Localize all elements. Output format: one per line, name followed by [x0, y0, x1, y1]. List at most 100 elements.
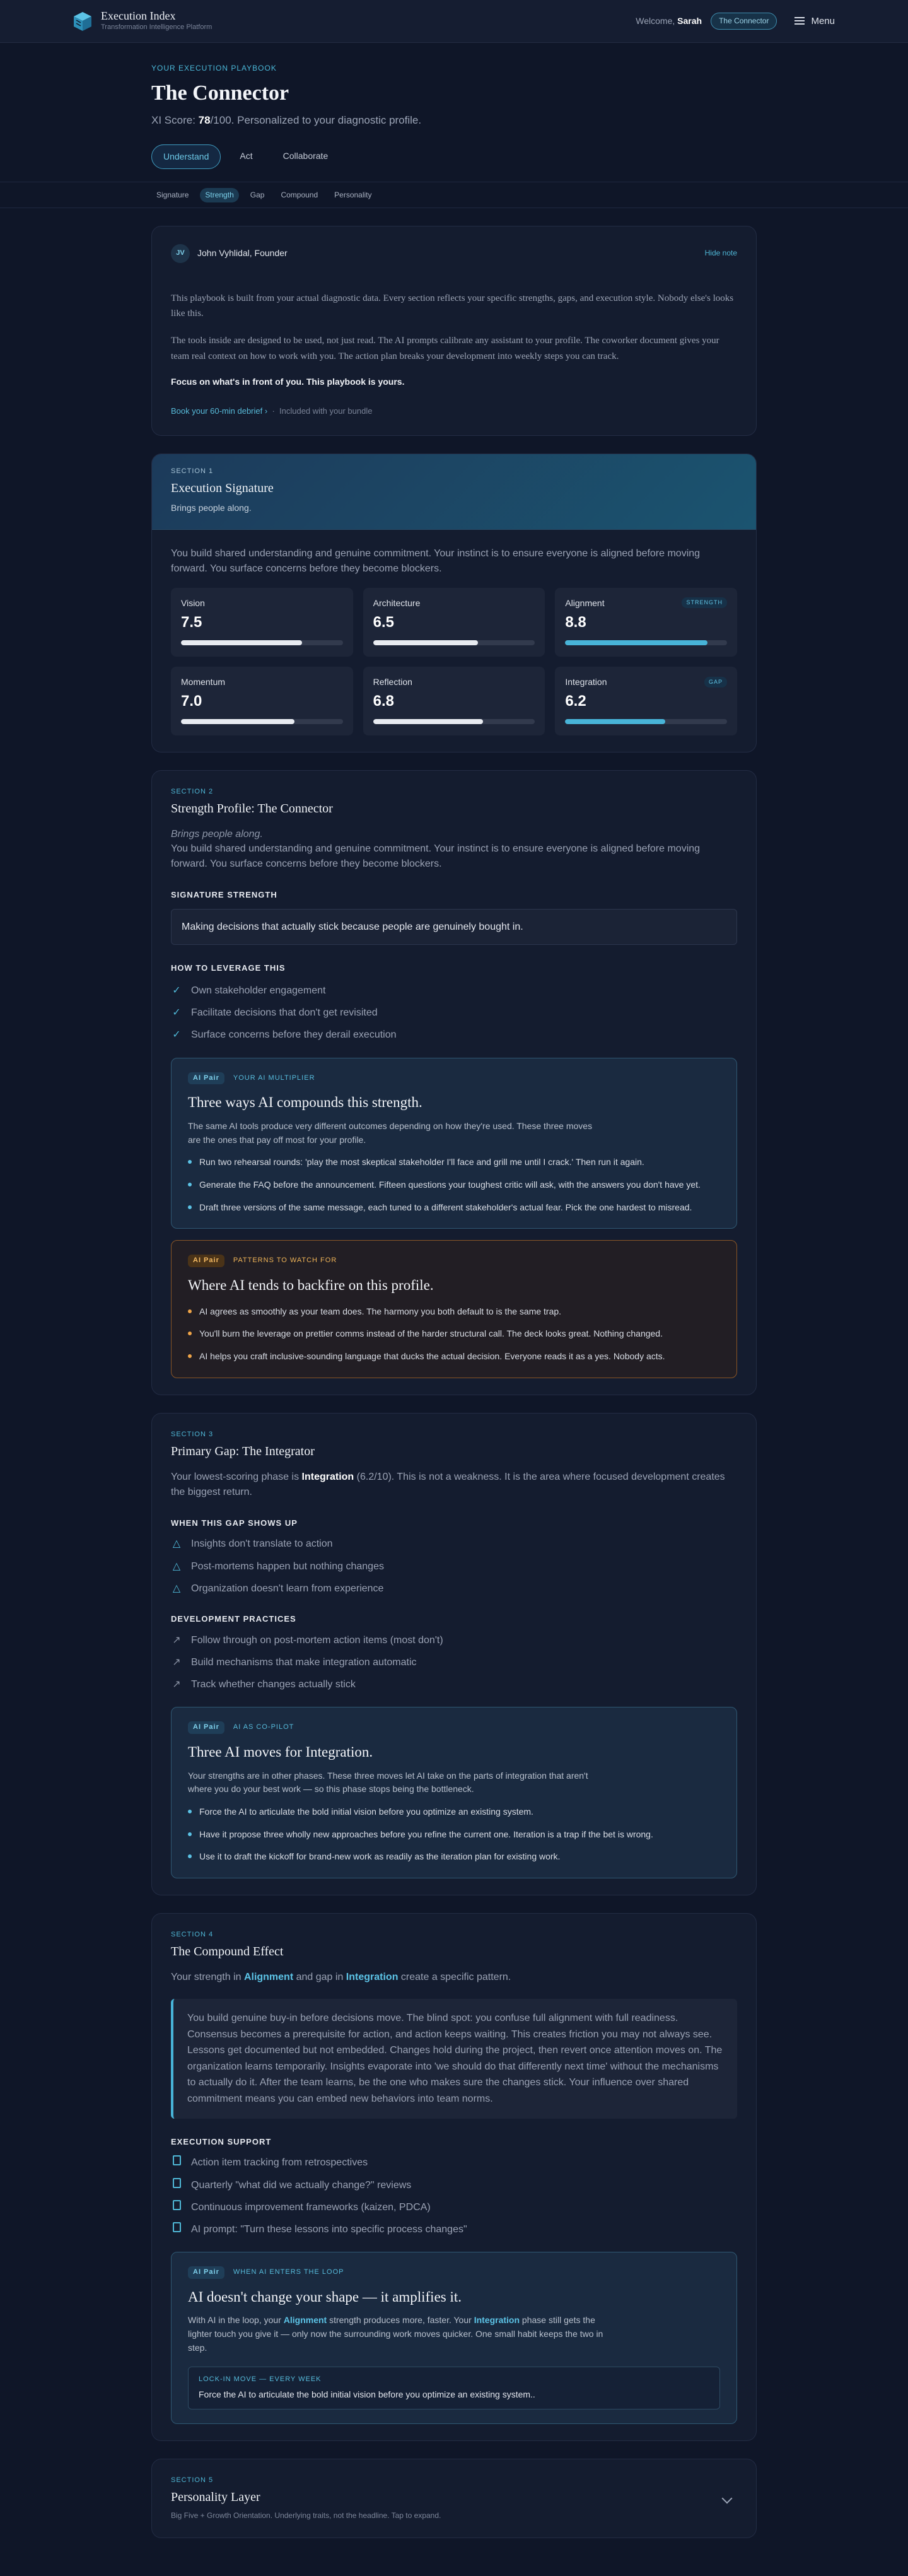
- xi-score: XI Score: 78/100. Personalized to your d…: [151, 114, 422, 126]
- tab-collaborate[interactable]: Collaborate: [272, 144, 340, 168]
- list-item: Run two rehearsal rounds: 'play the most…: [188, 1156, 720, 1169]
- bullet-icon: [188, 1205, 192, 1209]
- clipboard-icon: [172, 2155, 181, 2166]
- list-item: Force the AI to articulate the bold init…: [188, 1805, 720, 1819]
- metric-bar-fill: [565, 640, 708, 645]
- ai-multiplier-panel: AI Pair Your AI Multiplier Three ways AI …: [171, 1057, 737, 1229]
- panel-description: With AI in the loop, your Alignment stre…: [188, 2315, 603, 2353]
- metric-bar: [181, 718, 343, 724]
- panel-title: Three AI moves for Integration.: [188, 1744, 373, 1760]
- section-5-card[interactable]: Section 5 Personality Layer Big Five + G…: [151, 2458, 757, 2539]
- clipboard-icon: [172, 2199, 181, 2210]
- brand[interactable]: Execution Index Transformation Intellige…: [73, 9, 212, 33]
- list-item: Action item tracking from retrospectives: [171, 2155, 737, 2170]
- section-subnav: Signature Strength Gap Compound Personal…: [0, 181, 908, 208]
- panel-title: AI doesn't change your shape — it amplif…: [188, 2289, 462, 2305]
- section-tagline: Brings people along.: [171, 502, 252, 513]
- panel-label: AI as Co-Pilot: [233, 1723, 294, 1731]
- metric-name: Momentum: [181, 676, 226, 687]
- list-item: △ Post-mortems happen but nothing changes: [171, 1559, 737, 1574]
- metric-name: Alignment: [565, 597, 605, 608]
- panel-label: Patterns to watch for: [233, 1256, 337, 1265]
- bullet-icon: [188, 1160, 192, 1164]
- metric-bar-fill: [181, 640, 303, 645]
- subnav-strength[interactable]: Strength: [200, 187, 239, 203]
- list-item: AI helps you craft inclusive-sounding la…: [188, 1350, 720, 1364]
- bullet-icon: [188, 1332, 192, 1336]
- avatar: JV: [171, 243, 190, 263]
- section-title: Primary Gap: The Integrator: [171, 1444, 315, 1458]
- section-title: Execution Signature: [171, 481, 274, 495]
- tab-act[interactable]: Act: [228, 144, 264, 168]
- list-item: Continuous improvement frameworks (kaize…: [171, 2199, 737, 2215]
- list-item: △ Organization doesn't learn from experie…: [171, 1581, 737, 1596]
- section-3-card: Section 3 Primary Gap: The Integrator Yo…: [151, 1412, 757, 1896]
- hero: Your Execution Playbook The Connector XI…: [151, 43, 757, 169]
- trend-up-icon: ↗: [172, 1634, 181, 1646]
- bullet-icon: [188, 1182, 192, 1186]
- list-item: ↗ Follow through on post-mortem action it…: [171, 1633, 737, 1648]
- check-icon: ✓: [172, 1007, 181, 1019]
- bullet-icon: [188, 1810, 192, 1814]
- metric-card-alignment: Alignment Strength 8.8: [555, 587, 737, 657]
- list-item: ✓ Facilitate decisions that don't get rev…: [171, 1005, 737, 1020]
- check-icon: ✓: [172, 985, 181, 996]
- clipboard-icon: [172, 2222, 181, 2232]
- clipboard-icon: [172, 2177, 181, 2188]
- hide-note-link[interactable]: Hide note: [705, 248, 737, 259]
- trend-up-icon: ↗: [172, 1656, 181, 1668]
- metric-name: Reflection: [373, 676, 412, 687]
- metric-bar-fill: [373, 640, 479, 645]
- tab-understand[interactable]: Understand: [151, 144, 221, 169]
- metric-value: 6.8: [373, 693, 395, 710]
- panel-description: The same AI tools produce very different…: [188, 1120, 593, 1145]
- compound-quote: You build genuine buy-in before decision…: [171, 1999, 737, 2119]
- metric-card-reflection: Reflection 6.8: [363, 666, 545, 735]
- metric-name: Vision: [181, 597, 205, 608]
- ai-pair-badge: AI Pair: [188, 1721, 224, 1735]
- section-title: Strength Profile: The Connector: [171, 801, 333, 816]
- metric-bar: [181, 640, 343, 645]
- subnav-personality[interactable]: Personality: [329, 188, 376, 202]
- subnav-gap[interactable]: Gap: [245, 188, 270, 202]
- metric-card-momentum: Momentum 7.0: [171, 666, 353, 735]
- list-item: AI agrees as smoothly as your team does.…: [188, 1305, 720, 1319]
- profile-pill[interactable]: The Connector: [711, 12, 777, 30]
- panel-title: Three ways AI compounds this strength.: [188, 1094, 422, 1111]
- note-focus: Focus on what's in front of you. This pl…: [171, 376, 405, 387]
- book-debrief-link[interactable]: Book your 60-min debrief ›: [171, 406, 267, 416]
- list-item: ✓ Surface concerns before they derail exe…: [171, 1027, 737, 1042]
- ai-loop-panel: AI Pair When AI enters the loop AI doesn'…: [171, 2252, 737, 2424]
- ai-pair-badge: AI Pair: [188, 1072, 224, 1085]
- trend-up-icon: ↗: [172, 1679, 181, 1690]
- section-label: Section 4: [171, 1931, 214, 1939]
- note-author: JV John Vyhlidal, Founder: [171, 243, 288, 263]
- list-item: Have it propose three wholly new approac…: [188, 1828, 720, 1842]
- subnav-signature[interactable]: Signature: [151, 188, 194, 202]
- list-item: AI prompt: "Turn these lessons into spec…: [171, 2222, 737, 2237]
- subnav-compound[interactable]: Compound: [276, 188, 323, 202]
- subheading: When This Gap Shows Up: [171, 1518, 298, 1528]
- chevron-down-icon[interactable]: [721, 2493, 733, 2504]
- ai-pair-badge: AI Pair: [188, 1255, 224, 1268]
- list-item: ✓ Own stakeholder engagement: [171, 983, 737, 998]
- ai-pair-badge: AI Pair: [188, 2266, 224, 2280]
- section-2-card: Section 2 Strength Profile: The Connecto…: [151, 770, 757, 1395]
- menu-button[interactable]: Menu: [794, 15, 835, 28]
- metric-bar: [565, 718, 727, 724]
- check-icon: ✓: [172, 1029, 181, 1041]
- metric-value: 7.0: [181, 693, 202, 710]
- list-item: You'll burn the leverage on prettier com…: [188, 1327, 720, 1341]
- list-item: Quarterly "what did we actually change?"…: [171, 2177, 737, 2193]
- bullet-icon: [188, 1354, 192, 1358]
- mode-tabs: Understand Act Collaborate: [151, 144, 757, 169]
- metric-bar-fill: [565, 718, 666, 724]
- lock-in-text: Force the AI to articulate the bold init…: [199, 2389, 535, 2400]
- signature-strength-box: Making decisions that actually stick bec…: [171, 908, 737, 946]
- page-title: The Connector: [151, 81, 289, 105]
- section-lead: Your strength in Alignment and gap in In…: [171, 1972, 511, 1983]
- section-description: Big Five + Growth Orientation. Underlyin…: [171, 2510, 441, 2520]
- metric-badge: Gap: [704, 676, 727, 688]
- founder-note: JV John Vyhlidal, Founder Hide note This …: [151, 225, 757, 436]
- lock-in-label: Lock-in move — every week: [199, 2375, 322, 2383]
